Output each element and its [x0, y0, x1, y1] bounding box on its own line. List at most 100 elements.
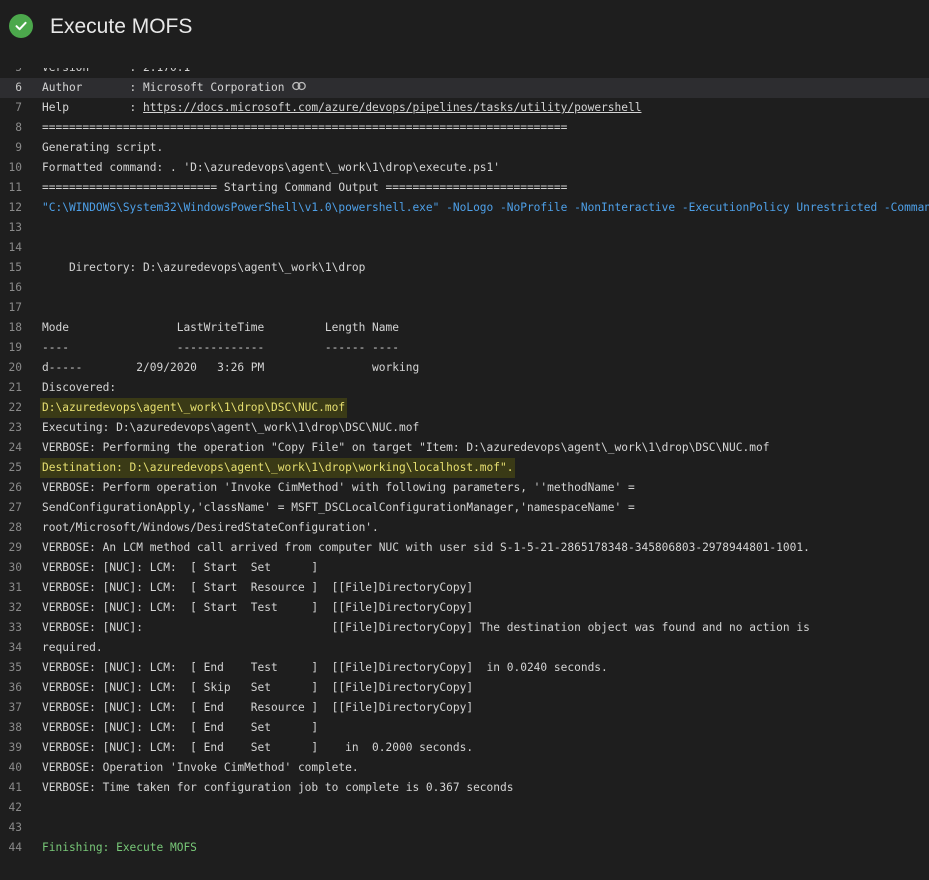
line-number: 28: [8, 521, 22, 534]
log-text: Author : Microsoft Corporation: [42, 78, 307, 98]
log-line: 39 VERBOSE: [NUC]: LCM: [ End Set ] in 0.…: [0, 738, 929, 758]
line-number: 12: [8, 201, 22, 214]
line-number: 23: [8, 421, 22, 434]
log-text-content: VERBOSE: An LCM method call arrived from…: [42, 541, 810, 554]
log-text: ---- ------------- ------ ----: [42, 338, 399, 358]
log-text: VERBOSE: [NUC]: LCM: [ Start Resource ] …: [42, 578, 473, 598]
log-text-content: "C:\WINDOWS\System32\WindowsPowerShell\v…: [42, 201, 929, 214]
line-number: 27: [8, 501, 22, 514]
log-text: d----- 2/09/2020 3:26 PM working: [42, 358, 419, 378]
log-text-content: VERBOSE: Operation 'Invoke CimMethod' co…: [42, 761, 359, 774]
log-line: 21 Discovered:: [0, 378, 929, 398]
log-text-content: Destination: D:\azuredevops\agent\_work\…: [42, 461, 514, 474]
log-text-content: Discovered:: [42, 381, 117, 394]
log-text-content: Help :: [42, 101, 144, 114]
line-number: 16: [8, 281, 22, 294]
log-text: Mode LastWriteTime Length Name: [42, 318, 399, 338]
line-number: 39: [8, 741, 22, 754]
line-number: 35: [8, 661, 22, 674]
log-text: Finishing: Execute MOFS: [42, 838, 197, 858]
copy-link-icon[interactable]: [292, 78, 307, 98]
log-line: 43: [0, 818, 929, 838]
help-link[interactable]: https://docs.microsoft.com/azure/devops/…: [143, 101, 641, 114]
log-line: 22 D:\azuredevops\agent\_work\1\drop\DSC\…: [0, 398, 929, 418]
line-number: 6: [15, 81, 22, 94]
line-number: 8: [15, 121, 22, 134]
log-text-content: VERBOSE: [NUC]: LCM: [ End Set ]: [42, 721, 319, 734]
log-text: ========================== Starting Comm…: [42, 178, 567, 198]
log-line: 10 Formatted command: . 'D:\azuredevops\a…: [0, 158, 929, 178]
line-number: 25: [8, 461, 22, 474]
log-text-content: Formatted command: . 'D:\azuredevops\age…: [42, 161, 501, 174]
line-number: 31: [8, 581, 22, 594]
log-line: 25 Destination: D:\azuredevops\agent\_wor…: [0, 458, 929, 478]
log-line: 31 VERBOSE: [NUC]: LCM: [ Start Resource …: [0, 578, 929, 598]
log-line: 44 Finishing: Execute MOFS: [0, 838, 929, 858]
log-line: 42: [0, 798, 929, 818]
log-text-content: VERBOSE: [NUC]: LCM: [ Start Test ] [[Fi…: [42, 601, 474, 614]
log-line: 11 ========================== Starting Co…: [0, 178, 929, 198]
log-text: Version : 2.170.1: [42, 68, 190, 78]
log-line: 19 ---- ------------- ------ ----: [0, 338, 929, 358]
line-number: 20: [8, 361, 22, 374]
line-number: 17: [8, 301, 22, 314]
log-line: 9 Generating script.: [0, 138, 929, 158]
log-line: 6 Author : Microsoft Corporation: [0, 78, 929, 98]
line-number: 30: [8, 561, 22, 574]
log-line: 40 VERBOSE: Operation 'Invoke CimMethod' …: [0, 758, 929, 778]
log-text-content: ========================================…: [42, 121, 568, 134]
log-text: ========================================…: [42, 118, 567, 138]
line-number: 11: [8, 181, 22, 194]
log-text: "C:\WINDOWS\System32\WindowsPowerShell\v…: [42, 198, 929, 218]
line-number: 33: [8, 621, 22, 634]
line-number: 41: [8, 781, 22, 794]
log-text: SendConfigurationApply,'className' = MSF…: [42, 498, 635, 518]
line-number: 21: [8, 381, 22, 394]
log-text-content: VERBOSE: [NUC]: LCM: [ End Test ] [[File…: [42, 661, 608, 674]
log-text: VERBOSE: Performing the operation "Copy …: [42, 438, 769, 458]
line-number: 10: [8, 161, 22, 174]
log-line: 18 Mode LastWriteTime Length Name: [0, 318, 929, 338]
log-text: VERBOSE: Operation 'Invoke CimMethod' co…: [42, 758, 359, 778]
log-text: Generating script.: [42, 138, 163, 158]
log-lines: 5 Version : 2.170.1 6 Author : Microsoft Co…: [0, 68, 929, 858]
line-number: 34: [8, 641, 22, 654]
log-line: 5 Version : 2.170.1: [0, 68, 929, 78]
log-line: 15 Directory: D:\azuredevops\agent\_work…: [0, 258, 929, 278]
line-number: 42: [8, 801, 22, 814]
log-text-content: Author : Microsoft Corporation: [42, 81, 285, 94]
log-text-content: required.: [42, 641, 103, 654]
log-text-content: ---- ------------- ------ ----: [42, 341, 399, 354]
log-line: 20 d----- 2/09/2020 3:26 PM working: [0, 358, 929, 378]
log-text-content: VERBOSE: [NUC]: LCM: [ End Resource ] [[…: [42, 701, 474, 714]
log-text: VERBOSE: Perform operation 'Invoke CimMe…: [42, 478, 635, 498]
line-number: 22: [8, 401, 22, 414]
line-number: 14: [8, 241, 22, 254]
log-text: Help : https://docs.microsoft.com/azure/…: [42, 98, 641, 118]
log-line: 29 VERBOSE: An LCM method call arrived fr…: [0, 538, 929, 558]
log-text: VERBOSE: Time taken for configuration jo…: [42, 778, 513, 798]
log-line: 12 "C:\WINDOWS\System32\WindowsPowerShell…: [0, 198, 929, 218]
log-text-content: Executing: D:\azuredevops\agent\_work\1\…: [42, 421, 420, 434]
log-text: VERBOSE: [NUC]: LCM: [ End Set ] in 0.20…: [42, 738, 473, 758]
log-text-content: Finishing: Execute MOFS: [42, 841, 197, 854]
log-text: VERBOSE: [NUC]: LCM: [ Skip Set ] [[File…: [42, 678, 473, 698]
highlighted-log-text: Destination: D:\azuredevops\agent\_work\…: [40, 458, 516, 478]
line-number: 43: [8, 821, 22, 834]
success-check-icon: [9, 14, 33, 38]
log-line: 26 VERBOSE: Perform operation 'Invoke Cim…: [0, 478, 929, 498]
log-line: 33 VERBOSE: [NUC]: [[File]DirectoryCopy] …: [0, 618, 929, 638]
log-output[interactable]: 5 Version : 2.170.1 6 Author : Microsoft Co…: [0, 68, 929, 880]
line-number: 5: [0, 68, 22, 78]
log-text-content: VERBOSE: [NUC]: LCM: [ Skip Set ] [[File…: [42, 681, 474, 694]
log-line: 8 =======================================…: [0, 118, 929, 138]
log-line: 35 VERBOSE: [NUC]: LCM: [ End Test ] [[Fi…: [0, 658, 929, 678]
log-text: Formatted command: . 'D:\azuredevops\age…: [42, 158, 500, 178]
line-number: 24: [8, 441, 22, 454]
line-number: 26: [8, 481, 22, 494]
line-number: 36: [8, 681, 22, 694]
log-text-content: root/Microsoft/Windows/DesiredStateConfi…: [42, 521, 379, 534]
line-number: 15: [8, 261, 22, 274]
log-text: VERBOSE: [NUC]: [[File]DirectoryCopy] Th…: [42, 618, 810, 638]
log-text-content: VERBOSE: Perform operation 'Invoke CimMe…: [42, 481, 635, 494]
